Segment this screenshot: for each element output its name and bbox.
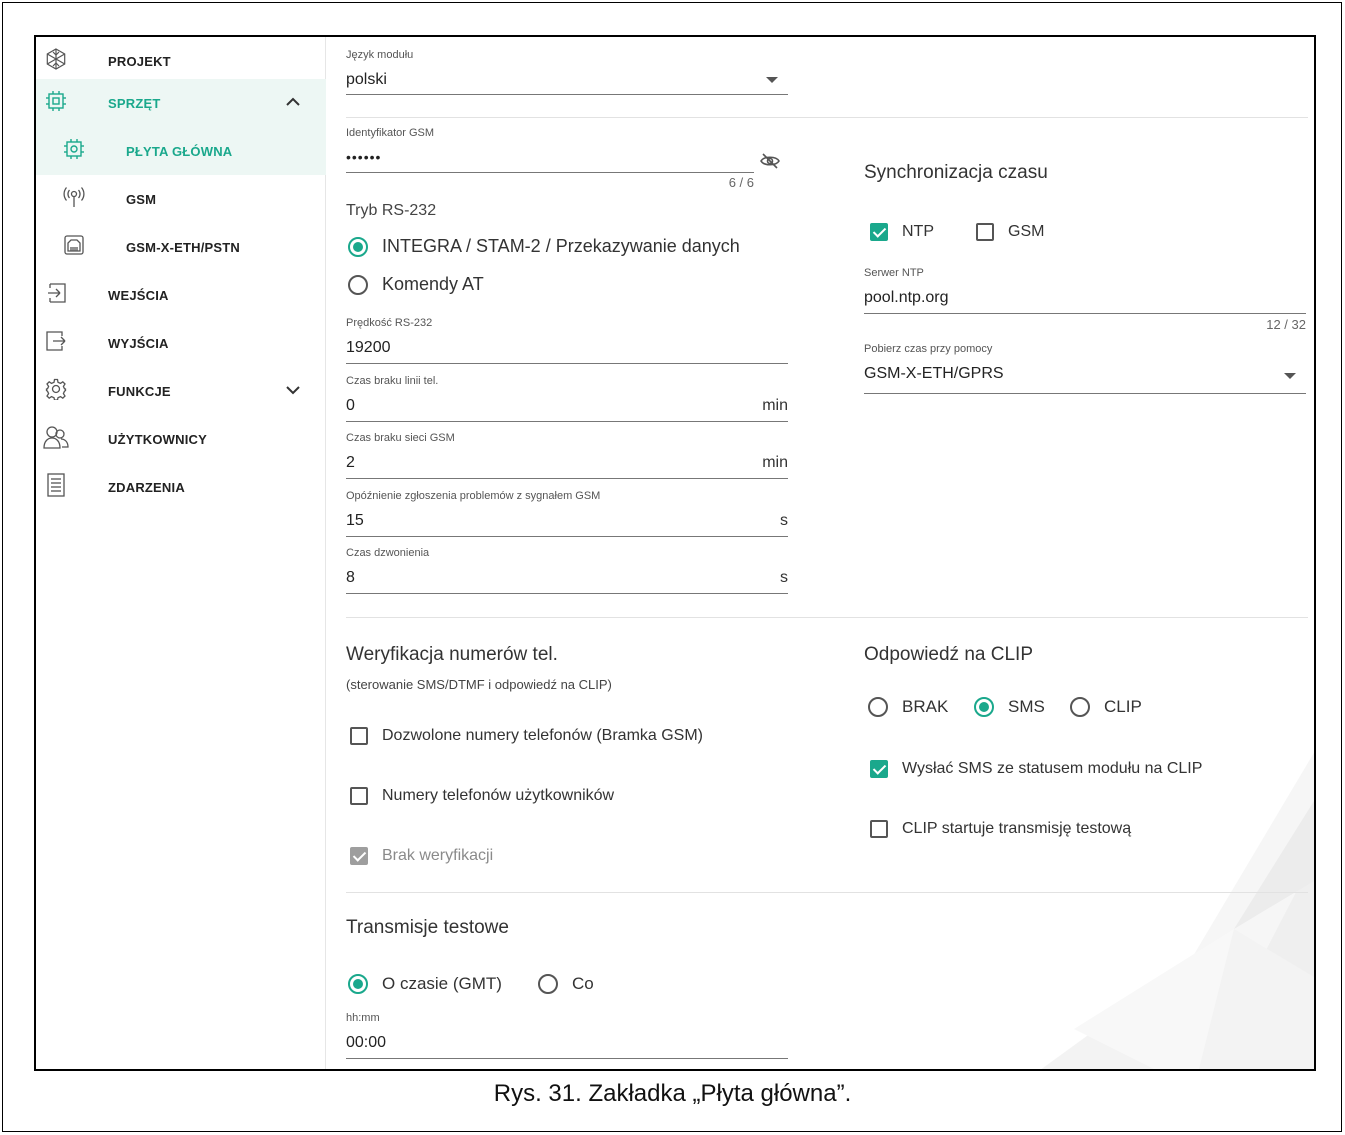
test-time-field[interactable]: hh:mm 00:00 — [346, 1012, 788, 1060]
checkbox-icon — [976, 223, 994, 241]
checkbox-allowed-numbers[interactable]: Dozwolone numery telefonów (Bramka GSM) — [350, 727, 703, 745]
divider — [346, 117, 1308, 118]
gsm-signal-delay-field[interactable]: Opóźnienie zgłoszenia problemów z sygnał… — [346, 490, 788, 538]
snowflake-icon — [42, 45, 70, 73]
checkbox-icon — [350, 847, 368, 865]
checkbox-icon — [350, 727, 368, 745]
radio-rs232-integra[interactable]: INTEGRA / STAM-2 / Przekazywanie danych — [348, 236, 740, 257]
checkbox-send-sms-status[interactable]: Wysłać SMS ze statusem modułu na CLIP — [870, 760, 1202, 778]
radio-icon — [974, 697, 994, 717]
checkbox-gsm[interactable]: GSM — [976, 223, 1044, 241]
checkbox-icon — [870, 223, 888, 241]
time-sync-title: Synchronizacja czasu — [864, 162, 1048, 183]
checkbox-user-numbers[interactable]: Numery telefonów użytkowników — [350, 787, 614, 805]
document-icon — [42, 471, 70, 499]
divider — [346, 617, 1308, 618]
sidebar-item-label: PŁYTA GŁÓWNA — [126, 143, 233, 159]
sidebar-item-wejscia[interactable]: WEJŚCIA — [36, 271, 326, 319]
app-window: PROJEKT SPRZĘT PŁYTA GŁÓWNA GSM GSM-X-ET… — [34, 35, 1316, 1071]
radio-icon — [1070, 697, 1090, 717]
radio-icon — [348, 274, 368, 295]
sidebar-item-label: ZDARZENIA — [108, 479, 185, 495]
main-content: Język modułu polski Identyfikator GSM ••… — [327, 37, 1314, 1069]
dropdown-caret-icon — [1284, 373, 1296, 379]
sidebar: PROJEKT SPRZĘT PŁYTA GŁÓWNA GSM GSM-X-ET… — [36, 37, 326, 1069]
clip-title: Odpowiedź na CLIP — [864, 644, 1033, 665]
sidebar-item-uzytkownicy[interactable]: UŻYTKOWNICY — [36, 415, 326, 463]
chip-icon — [42, 87, 70, 115]
sidebar-item-label: WYJŚCIA — [108, 335, 169, 351]
gsm-id-field[interactable]: Identyfikator GSM •••••• 6 / 6 — [346, 127, 754, 190]
gear-icon — [42, 375, 70, 403]
antenna-icon — [60, 183, 88, 211]
dropdown-caret-icon — [766, 77, 778, 83]
sidebar-item-zdarzenia[interactable]: ZDARZENIA — [36, 463, 326, 511]
users-icon — [42, 423, 70, 451]
sidebar-item-label: UŻYTKOWNICY — [108, 431, 207, 447]
phone-line-loss-field[interactable]: Czas braku linii tel. 0 min — [346, 375, 788, 423]
radio-icon — [348, 974, 368, 994]
radio-clip-clip[interactable]: CLIP — [1070, 697, 1142, 717]
ntp-server-field[interactable]: Serwer NTP pool.ntp.org 12 / 32 — [864, 267, 1306, 332]
sidebar-item-label: SPRZĘT — [108, 95, 161, 111]
checkbox-ntp[interactable]: NTP — [870, 223, 934, 241]
eye-off-icon[interactable] — [760, 152, 780, 175]
radio-clip-brak[interactable]: BRAK — [868, 697, 948, 717]
sidebar-item-projekt[interactable]: PROJEKT — [36, 37, 326, 85]
radio-test-at-time[interactable]: O czasie (GMT) — [348, 974, 502, 994]
output-icon — [42, 327, 70, 355]
checkbox-icon — [870, 760, 888, 778]
checkbox-icon — [870, 820, 888, 838]
sidebar-item-sprzet[interactable]: SPRZĘT — [36, 79, 326, 127]
time-source-select[interactable]: Pobierz czas przy pomocy GSM-X-ETH/GPRS — [864, 343, 1306, 395]
char-counter: 6 / 6 — [728, 175, 754, 190]
sidebar-item-label: GSM — [126, 191, 157, 207]
sidebar-item-plyta-glowna[interactable]: PŁYTA GŁÓWNA — [36, 127, 326, 175]
figure-caption: Rys. 31. Zakładka „Płyta główna”. — [493, 1080, 852, 1107]
divider — [346, 892, 1308, 893]
test-transmissions-title: Transmisje testowe — [346, 917, 509, 938]
radio-icon — [868, 697, 888, 717]
chevron-down-icon[interactable] — [284, 381, 302, 399]
radio-clip-sms[interactable]: SMS — [974, 697, 1045, 717]
rs232-mode-label: Tryb RS-232 — [346, 202, 437, 219]
sidebar-item-label: FUNKCJE — [108, 383, 171, 399]
sidebar-item-gsm[interactable]: GSM — [36, 175, 326, 223]
input-icon — [42, 279, 70, 307]
sidebar-item-wyjscia[interactable]: WYJŚCIA — [36, 319, 326, 367]
radio-test-every[interactable]: Co — [538, 974, 594, 994]
sidebar-item-label: PROJEKT — [108, 53, 171, 69]
gsm-loss-field[interactable]: Czas braku sieci GSM 2 min — [346, 432, 788, 480]
checkbox-icon — [350, 787, 368, 805]
ethernet-icon — [60, 231, 88, 259]
radio-rs232-at[interactable]: Komendy AT — [348, 274, 484, 295]
verification-subtitle: (sterowanie SMS/DTMF i odpowiedź na CLIP… — [346, 677, 612, 692]
sidebar-item-label: WEJŚCIA — [108, 287, 169, 303]
gear-chip-icon — [60, 135, 88, 163]
char-counter: 12 / 32 — [1266, 317, 1306, 332]
module-language-select[interactable]: Język modułu polski — [346, 49, 788, 97]
radio-icon — [348, 236, 368, 257]
checkbox-no-verification: Brak weryfikacji — [350, 847, 493, 865]
chevron-up-icon[interactable] — [284, 93, 302, 111]
sidebar-item-funkcje[interactable]: FUNKCJE — [36, 367, 326, 415]
checkbox-clip-test[interactable]: CLIP startuje transmisję testową — [870, 820, 1131, 838]
sidebar-item-label: GSM-X-ETH/PSTN — [126, 239, 241, 255]
radio-icon — [538, 974, 558, 994]
verification-title: Weryfikacja numerów tel. — [346, 644, 558, 665]
ring-time-field[interactable]: Czas dzwonienia 8 s — [346, 547, 788, 595]
sidebar-item-gsm-x-eth-pstn[interactable]: GSM-X-ETH/PSTN — [36, 223, 326, 271]
rs232-speed-field[interactable]: Prędkość RS-232 19200 — [346, 317, 788, 365]
